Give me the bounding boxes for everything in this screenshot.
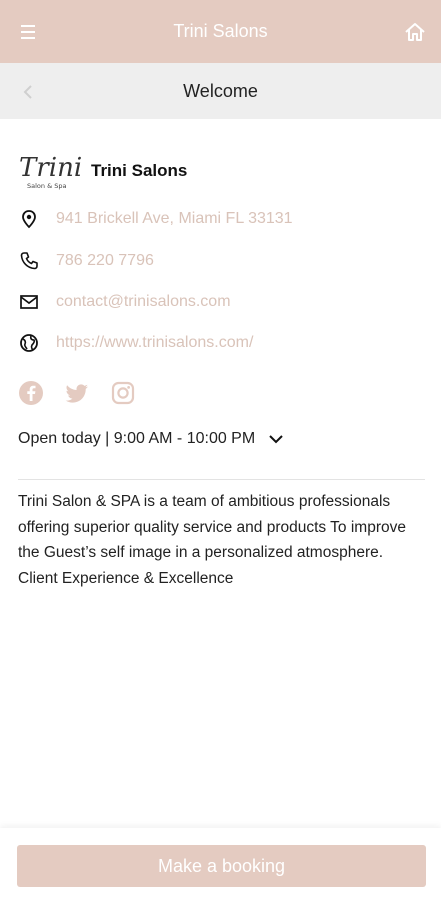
- location-pin-icon: [18, 208, 40, 230]
- facebook-icon[interactable]: [18, 380, 44, 406]
- chevron-down-icon: [269, 435, 283, 444]
- svg-text:Trini: Trini: [19, 153, 82, 183]
- page-header: Welcome: [0, 63, 441, 119]
- chevron-left-icon[interactable]: [20, 83, 38, 101]
- globe-icon: [18, 332, 40, 354]
- mail-icon: [18, 291, 40, 313]
- opening-hours-text: Open today | 9:00 AM - 10:00 PM: [18, 430, 256, 447]
- hamburger-icon[interactable]: [18, 22, 40, 42]
- twitter-icon[interactable]: [64, 380, 90, 406]
- address-text[interactable]: 941 Brickell Ave, Miami FL 33131: [56, 210, 293, 228]
- app-bar: Trini Salons: [0, 0, 441, 63]
- booking-bar: Make a booking: [0, 828, 441, 900]
- address-row[interactable]: 941 Brickell Ave, Miami FL 33131: [18, 207, 293, 231]
- website-row[interactable]: https://www.trinisalons.com/: [18, 331, 253, 355]
- business-description: Trini Salon & SPA is a team of ambitious…: [18, 493, 406, 587]
- phone-icon: [18, 250, 40, 272]
- website-text[interactable]: https://www.trinisalons.com/: [56, 334, 253, 352]
- divider: [18, 479, 425, 480]
- business-logo: Trini Salon & Spa: [19, 153, 82, 190]
- business-name: Trini Salons: [91, 161, 188, 180]
- email-row[interactable]: contact@trinisalons.com: [18, 290, 231, 314]
- opening-hours-toggle[interactable]: Open today | 9:00 AM - 10:00 PM: [18, 430, 285, 448]
- business-header: Trini Salon & Spa Trini Salons: [17, 148, 187, 194]
- make-booking-button[interactable]: Make a booking: [17, 845, 426, 887]
- phone-text[interactable]: 786 220 7796: [56, 252, 154, 270]
- instagram-icon[interactable]: [110, 380, 136, 406]
- home-icon[interactable]: [403, 21, 427, 43]
- social-links: [18, 380, 136, 406]
- svg-text:Salon & Spa: Salon & Spa: [27, 182, 66, 190]
- phone-row[interactable]: 786 220 7796: [18, 249, 154, 273]
- page-title: Welcome: [183, 80, 258, 101]
- app-title: Trini Salons: [173, 21, 268, 41]
- email-text[interactable]: contact@trinisalons.com: [56, 293, 231, 311]
